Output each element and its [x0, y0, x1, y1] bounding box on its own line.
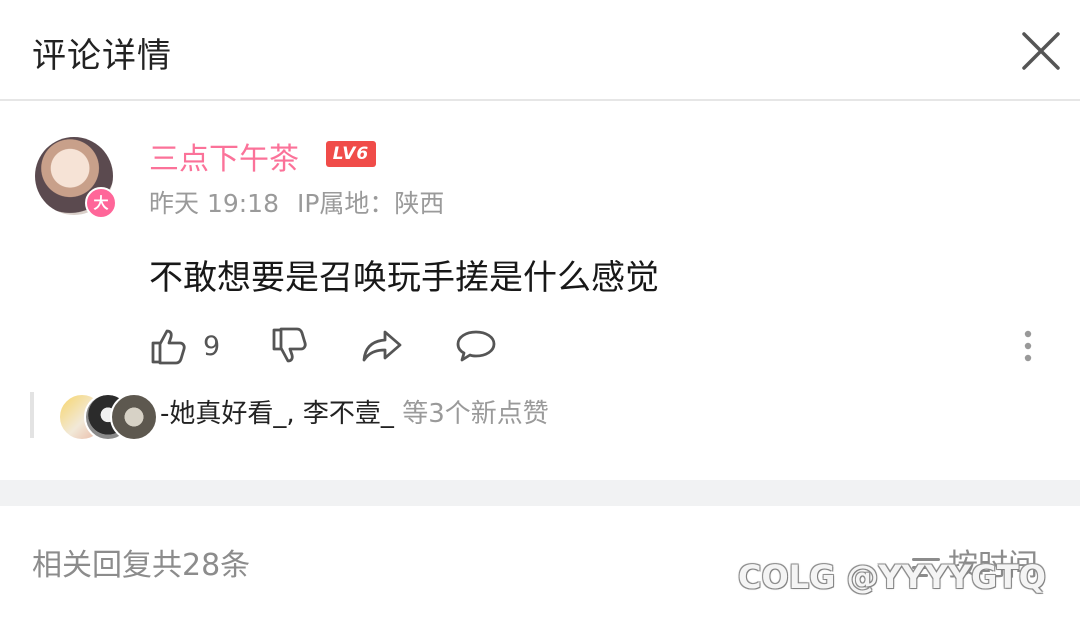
liker-avatars[interactable]	[58, 393, 158, 441]
reply-button[interactable]	[454, 322, 498, 370]
liker-count: 等3个新点赞	[402, 399, 549, 429]
comment-text: 不敢想要是召唤玩手搓是什么感觉	[149, 258, 659, 298]
section-gap	[0, 480, 1080, 506]
liker-bar	[30, 392, 34, 438]
level-badge: LV6	[326, 141, 376, 167]
header: 评论详情	[0, 0, 1080, 100]
dislike-button[interactable]	[270, 322, 310, 370]
liker-names: -她真好看_, 李不壹_	[160, 399, 394, 429]
comment-date: 昨天 19:18	[149, 189, 279, 218]
like-button[interactable]: 9	[149, 322, 220, 370]
more-vertical-icon	[1024, 330, 1032, 362]
reply-count: 相关回复共28条	[32, 548, 251, 583]
watermark: COLG @YYYYGTQ	[738, 558, 1046, 596]
liker-summary[interactable]: -她真好看_, 李不壹_ 等3个新点赞	[160, 393, 549, 430]
liker-avatar	[110, 393, 158, 441]
username[interactable]: 三点下午茶	[149, 134, 299, 178]
close-icon	[1022, 32, 1060, 70]
close-button[interactable]	[1018, 28, 1064, 74]
share-icon	[362, 330, 402, 362]
thumbs-down-icon	[272, 327, 307, 363]
header-divider	[0, 99, 1080, 101]
ip-location: IP属地：陕西	[296, 189, 445, 218]
page-title: 评论详情	[32, 36, 172, 76]
vip-badge: 大	[85, 187, 117, 219]
thumbs-up-icon	[151, 329, 186, 365]
comment-meta: 昨天 19:18 IP属地：陕西	[149, 184, 454, 220]
comment-bubble-icon	[456, 330, 496, 362]
share-button[interactable]	[360, 322, 404, 370]
like-count: 9	[203, 330, 221, 362]
more-options-button[interactable]	[1012, 326, 1044, 366]
